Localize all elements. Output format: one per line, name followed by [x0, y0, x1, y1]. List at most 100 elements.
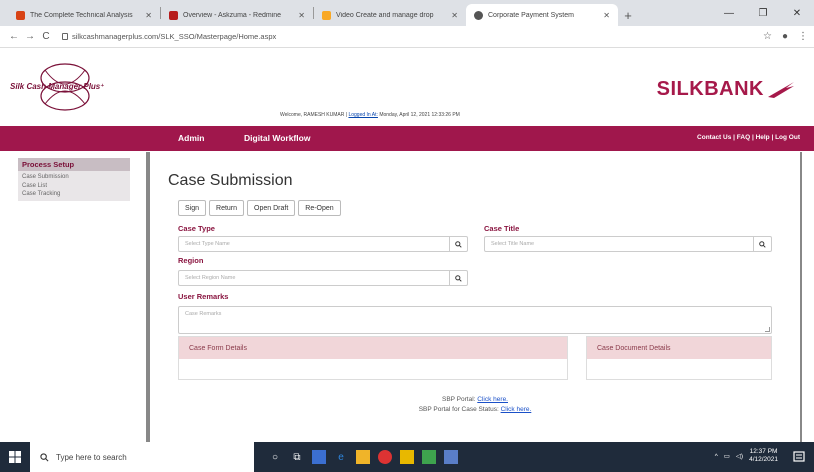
close-icon[interactable]: ✕	[298, 11, 305, 20]
clock-date: 4/12/2021	[749, 456, 778, 463]
close-icon[interactable]: ✕	[145, 11, 152, 20]
page: Silk Cash Manager Plus⁺ SILKBANK Welcome…	[0, 48, 814, 442]
tab-favicon	[169, 10, 178, 20]
sidebar-item-case-list[interactable]: Case List	[22, 182, 126, 191]
reload-icon[interactable]: C	[38, 31, 54, 42]
case-type-placeholder: Select Type Name	[185, 241, 230, 247]
browser-tab-3[interactable]: Video Create and manage drop ✕	[314, 4, 466, 26]
address-bar: ← → C silkcashmanagerplus.com/SLK_SSO/Ma…	[0, 26, 814, 48]
menu-icon[interactable]: ⋮	[798, 31, 808, 42]
chrome-icon[interactable]	[378, 450, 392, 464]
case-document-details-header[interactable]: Case Document Details	[587, 337, 771, 359]
nav-digital-workflow[interactable]: Digital Workflow	[244, 133, 310, 143]
app-icon[interactable]	[444, 450, 458, 464]
user-remarks-label: User Remarks	[178, 292, 229, 301]
search-icon[interactable]	[449, 237, 467, 251]
sbp-portal-link[interactable]: Click here.	[477, 396, 508, 403]
clock[interactable]: 12:37 PM 4/12/2021	[749, 448, 778, 464]
browser-tab-active[interactable]: Corporate Payment System ✕	[466, 4, 618, 26]
sidebar-item-case-submission[interactable]: Case Submission	[22, 173, 126, 182]
maximize-icon[interactable]: ❐	[746, 0, 780, 26]
re-open-button[interactable]: Re-Open	[298, 200, 341, 216]
welcome-line: Welcome, RAMESH KUMAR | Logged In At: Mo…	[280, 112, 460, 118]
sidebar-heading: Process Setup	[18, 158, 130, 171]
case-form-details-header[interactable]: Case Form Details	[179, 337, 567, 359]
app-icon[interactable]	[422, 450, 436, 464]
search-icon	[40, 452, 49, 461]
case-title-field[interactable]: Select Title Name	[484, 236, 772, 252]
main-content: Case Submission Sign Return Open Draft R…	[150, 152, 800, 442]
url-text: silkcashmanagerplus.com/SLK_SSO/Masterpa…	[72, 32, 277, 41]
sign-button[interactable]: Sign	[178, 200, 207, 216]
tab-label: Corporate Payment System	[488, 11, 574, 19]
sbp-status-link[interactable]: Click here.	[501, 406, 532, 413]
forward-icon[interactable]: →	[22, 31, 38, 42]
chevron-up-icon[interactable]: ^	[715, 453, 718, 460]
sidebar-item-case-tracking[interactable]: Case Tracking	[22, 190, 126, 199]
profile-icon[interactable]: ●	[782, 31, 788, 42]
task-view-icon[interactable]: ⧉	[290, 450, 304, 464]
case-type-field[interactable]: Select Type Name	[178, 236, 468, 252]
search-icon[interactable]	[753, 237, 771, 251]
url-field[interactable]: silkcashmanagerplus.com/SLK_SSO/Masterpa…	[62, 32, 763, 41]
window-controls: — ❐ ✕	[712, 0, 814, 26]
new-tab-button[interactable]: +	[618, 4, 638, 26]
close-window-icon[interactable]: ✕	[780, 0, 814, 26]
sidebar: Process Setup Case Submission Case List …	[18, 158, 130, 201]
brand-text: SILKBANK	[656, 78, 764, 100]
case-title-label: Case Title	[484, 224, 520, 233]
file-explorer-icon[interactable]	[356, 450, 370, 464]
close-icon[interactable]: ✕	[451, 11, 458, 20]
region-placeholder: Select Region Name	[185, 275, 236, 281]
open-draft-button[interactable]: Open Draft	[247, 200, 296, 216]
close-icon[interactable]: ✕	[603, 11, 610, 20]
clock-time: 12:37 PM	[749, 448, 778, 455]
windows-start-icon[interactable]	[0, 442, 30, 472]
case-remarks-textarea[interactable]: Case Remarks	[178, 306, 772, 334]
brand-swoosh-icon	[768, 81, 794, 98]
browser-tabbar: The Complete Technical Analysis ✕ Overvi…	[0, 0, 814, 26]
taskbar-search-input[interactable]: Type here to search	[30, 442, 254, 472]
app-icon[interactable]	[400, 450, 414, 464]
search-icon[interactable]	[449, 271, 467, 285]
nav-admin[interactable]: Admin	[178, 133, 204, 143]
tab-favicon	[474, 10, 483, 20]
windows-taskbar: Type here to search ○ ⧉ e ^ ▭ ◁) 12:37 P…	[0, 442, 814, 472]
main-navbar: Admin Digital Workflow Contact Us | FAQ …	[0, 126, 814, 151]
tab-label: Overview - Askzuma - Redmine	[183, 11, 282, 19]
taskbar-search-placeholder: Type here to search	[56, 452, 127, 462]
minimize-icon[interactable]: —	[712, 0, 746, 26]
action-buttons: Sign Return Open Draft Re-Open	[178, 200, 341, 216]
logged-in-label: Logged In At:	[348, 112, 378, 118]
browser-tab-1[interactable]: The Complete Technical Analysis ✕	[8, 4, 160, 26]
page-title: Case Submission	[168, 172, 293, 189]
tab-favicon	[322, 10, 331, 20]
tab-label: Video Create and manage drop	[336, 11, 434, 19]
cortana-icon[interactable]: ○	[268, 450, 282, 464]
tab-favicon	[16, 10, 25, 20]
case-type-label: Case Type	[178, 224, 215, 233]
sidebar-list: Case Submission Case List Case Tracking	[18, 171, 130, 201]
logged-in-time: Monday, April 12, 2021 12:33:26 PM	[379, 112, 460, 118]
network-icon[interactable]: ▭	[724, 452, 730, 460]
welcome-text: Welcome, RAMESH KUMAR |	[280, 112, 348, 118]
region-label: Region	[178, 256, 204, 265]
resize-handle[interactable]	[765, 327, 770, 332]
sbp-status-label: SBP Portal for Case Status:	[418, 406, 499, 413]
content-right-border	[800, 152, 802, 442]
app-icon[interactable]	[312, 450, 326, 464]
volume-icon[interactable]: ◁)	[736, 452, 743, 460]
notification-icon[interactable]	[792, 450, 806, 464]
sbp-portal-line: SBP Portal: Click here.	[150, 396, 800, 403]
back-icon[interactable]: ←	[6, 31, 22, 42]
nav-right-links[interactable]: Contact Us | FAQ | Help | Log Out	[697, 134, 800, 141]
site-header: Silk Cash Manager Plus⁺ SILKBANK Welcome…	[0, 48, 814, 126]
case-title-placeholder: Select Title Name	[491, 241, 535, 247]
star-icon[interactable]: ☆	[763, 31, 772, 42]
case-form-details-panel: Case Form Details	[178, 336, 568, 380]
return-button[interactable]: Return	[209, 200, 245, 216]
lock-icon	[62, 33, 68, 40]
region-field[interactable]: Select Region Name	[178, 270, 468, 286]
browser-tab-2[interactable]: Overview - Askzuma - Redmine ✕	[161, 4, 313, 26]
edge-icon[interactable]: e	[334, 450, 348, 464]
